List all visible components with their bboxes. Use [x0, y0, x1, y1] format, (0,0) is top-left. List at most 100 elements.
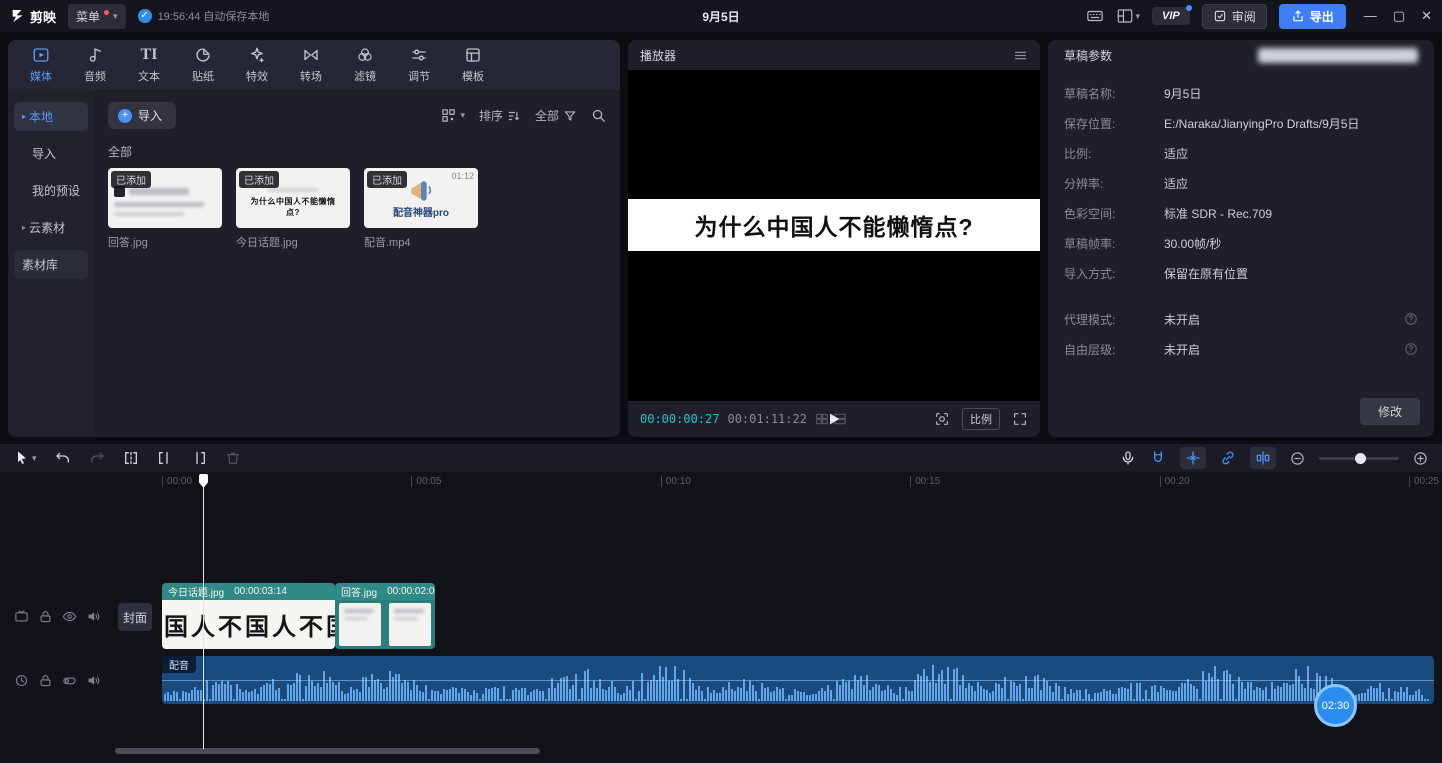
timeline-ruler[interactable]: 00:0000:0500:1000:1500:2000:25	[0, 472, 1442, 490]
play-button[interactable]	[826, 411, 842, 427]
cover-button[interactable]: 封面	[118, 603, 152, 631]
layout-switch-button[interactable]: ▾	[1116, 7, 1141, 25]
fullscreen-icon[interactable]	[1012, 411, 1028, 427]
timeline-horizontal-scrollbar[interactable]	[115, 748, 540, 754]
project-title: 9月5日	[702, 8, 739, 25]
video-preview[interactable]: 为什么中国人不能懒惰点?	[628, 70, 1040, 401]
delete-button[interactable]	[225, 450, 241, 466]
microphone-icon	[1120, 450, 1136, 466]
tab-effects[interactable]: 特效	[230, 45, 284, 84]
media-filename: 今日话题.jpg	[236, 234, 350, 250]
app-name: 剪映	[30, 7, 56, 26]
auto-snap-button[interactable]	[1180, 447, 1206, 469]
review-button[interactable]: 审阅	[1202, 4, 1267, 29]
trim-right-button[interactable]	[191, 450, 207, 466]
quality-enhance-icon[interactable]	[934, 411, 950, 427]
timeline-zoom-slider[interactable]	[1319, 457, 1399, 460]
select-tool-button[interactable]: ▾	[14, 450, 37, 466]
record-voiceover-button[interactable]	[1120, 450, 1136, 466]
help-icon[interactable]	[1404, 312, 1418, 326]
current-time: 00:00:00:27	[640, 412, 719, 426]
tab-sticker[interactable]: 贴纸	[176, 45, 230, 84]
timeline-clip-topic[interactable]: 今日话题.jpg 00:00:03:14 国人不国人不国人不国人不	[162, 583, 335, 649]
cursor-icon	[14, 450, 30, 466]
help-icon[interactable]	[1404, 342, 1418, 356]
sidebar-item-import[interactable]: 导入	[14, 139, 88, 168]
text-icon: TI	[141, 45, 158, 65]
timeline-clip-answer[interactable]: 回答.jpg 00:00:02:00	[335, 583, 435, 649]
window-maximize-button[interactable]: ▢	[1393, 8, 1405, 24]
clip-name: 今日话题.jpg	[168, 584, 224, 599]
window-close-button[interactable]: ✕	[1421, 8, 1432, 24]
thumbnail-app-text: 配音神器pro	[393, 204, 449, 219]
media-card-voiceover[interactable]: 已添加 01:12 配音神器pro 配音.mp4	[364, 168, 478, 250]
volume-line[interactable]	[162, 680, 1434, 681]
sidebar-item-presets[interactable]: 我的预设	[14, 176, 88, 205]
ratio-button[interactable]: 比例	[962, 408, 1000, 430]
toggle-track-icon[interactable]	[62, 673, 77, 688]
params-title: 草稿参数	[1064, 47, 1112, 64]
tab-transitions[interactable]: 转场	[284, 45, 338, 84]
timeline-tracks[interactable]: 00:0000:0500:1000:1500:2000:25 封面 今日话题.j…	[0, 472, 1442, 763]
preview-axis-button[interactable]	[1250, 447, 1276, 469]
section-label: 全部	[108, 143, 606, 160]
split-button[interactable]	[123, 450, 139, 466]
shortcut-keyboard-icon[interactable]	[1086, 7, 1104, 25]
linkage-button[interactable]	[1220, 450, 1236, 466]
lock-track-icon[interactable]	[38, 673, 53, 688]
hide-track-icon[interactable]	[62, 609, 77, 624]
chevron-down-icon: ▾	[460, 110, 465, 121]
media-panel: 媒体 音频 TI 文本 贴纸 特效 转场	[8, 40, 620, 437]
export-button[interactable]: 导出	[1279, 4, 1346, 29]
adjust-icon	[410, 45, 428, 65]
zoom-in-button[interactable]	[1413, 451, 1428, 466]
player-menu-icon[interactable]	[1013, 48, 1028, 63]
video-track-icon	[14, 609, 29, 624]
audio-clip-name: 配音	[162, 656, 196, 673]
redacted-info	[1258, 48, 1418, 63]
tab-media[interactable]: 媒体	[14, 45, 68, 84]
view-mode-button[interactable]: ▾	[441, 108, 465, 123]
window-minimize-button[interactable]: —	[1364, 8, 1377, 24]
media-card-answer[interactable]: 已添加 回答.jpg	[108, 168, 222, 250]
modify-button[interactable]: 修改	[1360, 398, 1420, 425]
mute-track-icon[interactable]	[86, 673, 101, 688]
chevron-down-icon: ▾	[1136, 11, 1141, 22]
search-button[interactable]	[591, 108, 606, 123]
timeline-audio-clip[interactable]: 配音	[162, 656, 1434, 704]
import-button[interactable]: + 导入	[108, 102, 176, 129]
lock-track-icon[interactable]	[38, 609, 53, 624]
zoom-out-button[interactable]	[1290, 451, 1305, 466]
sidebar-item-library[interactable]: 素材库	[14, 250, 88, 279]
vip-badge[interactable]: VIP	[1152, 7, 1190, 25]
mute-track-icon[interactable]	[86, 609, 101, 624]
audio-track-controls	[14, 673, 101, 688]
media-card-topic[interactable]: 已添加 为什么中国人不能懒惰点? 今日话题.jpg	[236, 168, 350, 250]
zoom-slider-thumb[interactable]	[1355, 453, 1366, 464]
grid-view-icon	[441, 108, 456, 123]
template-icon	[464, 45, 482, 65]
sidebar-item-cloud[interactable]: ▸ 云素材	[14, 213, 88, 242]
play-icon	[826, 411, 842, 427]
tab-adjust[interactable]: 调节	[392, 45, 446, 84]
audio-icon	[86, 45, 104, 65]
filter-button[interactable]: 全部	[535, 107, 577, 124]
sort-button[interactable]: 排序	[479, 107, 521, 124]
chevron-down-icon: ▾	[32, 453, 37, 464]
tab-audio[interactable]: 音频	[68, 45, 122, 84]
export-label: 导出	[1310, 8, 1334, 25]
tab-text[interactable]: TI 文本	[122, 45, 176, 84]
undo-button[interactable]	[55, 450, 71, 466]
tab-filters[interactable]: 滤镜	[338, 45, 392, 84]
redo-button[interactable]	[89, 450, 105, 466]
menu-button[interactable]: 菜单 ▾	[68, 4, 126, 29]
timeline-toolbar: ▾	[0, 444, 1442, 472]
cursor-time-badge: 02:30	[1314, 684, 1357, 727]
tab-templates[interactable]: 模板	[446, 45, 500, 84]
clip-thumbnail-strip	[335, 600, 435, 649]
main-track-magnet-button[interactable]	[1150, 450, 1166, 466]
playhead[interactable]	[203, 474, 204, 749]
trim-left-button[interactable]	[157, 450, 173, 466]
caret-icon: ▸	[22, 112, 26, 121]
sidebar-item-local[interactable]: ▸ 本地	[14, 102, 88, 131]
